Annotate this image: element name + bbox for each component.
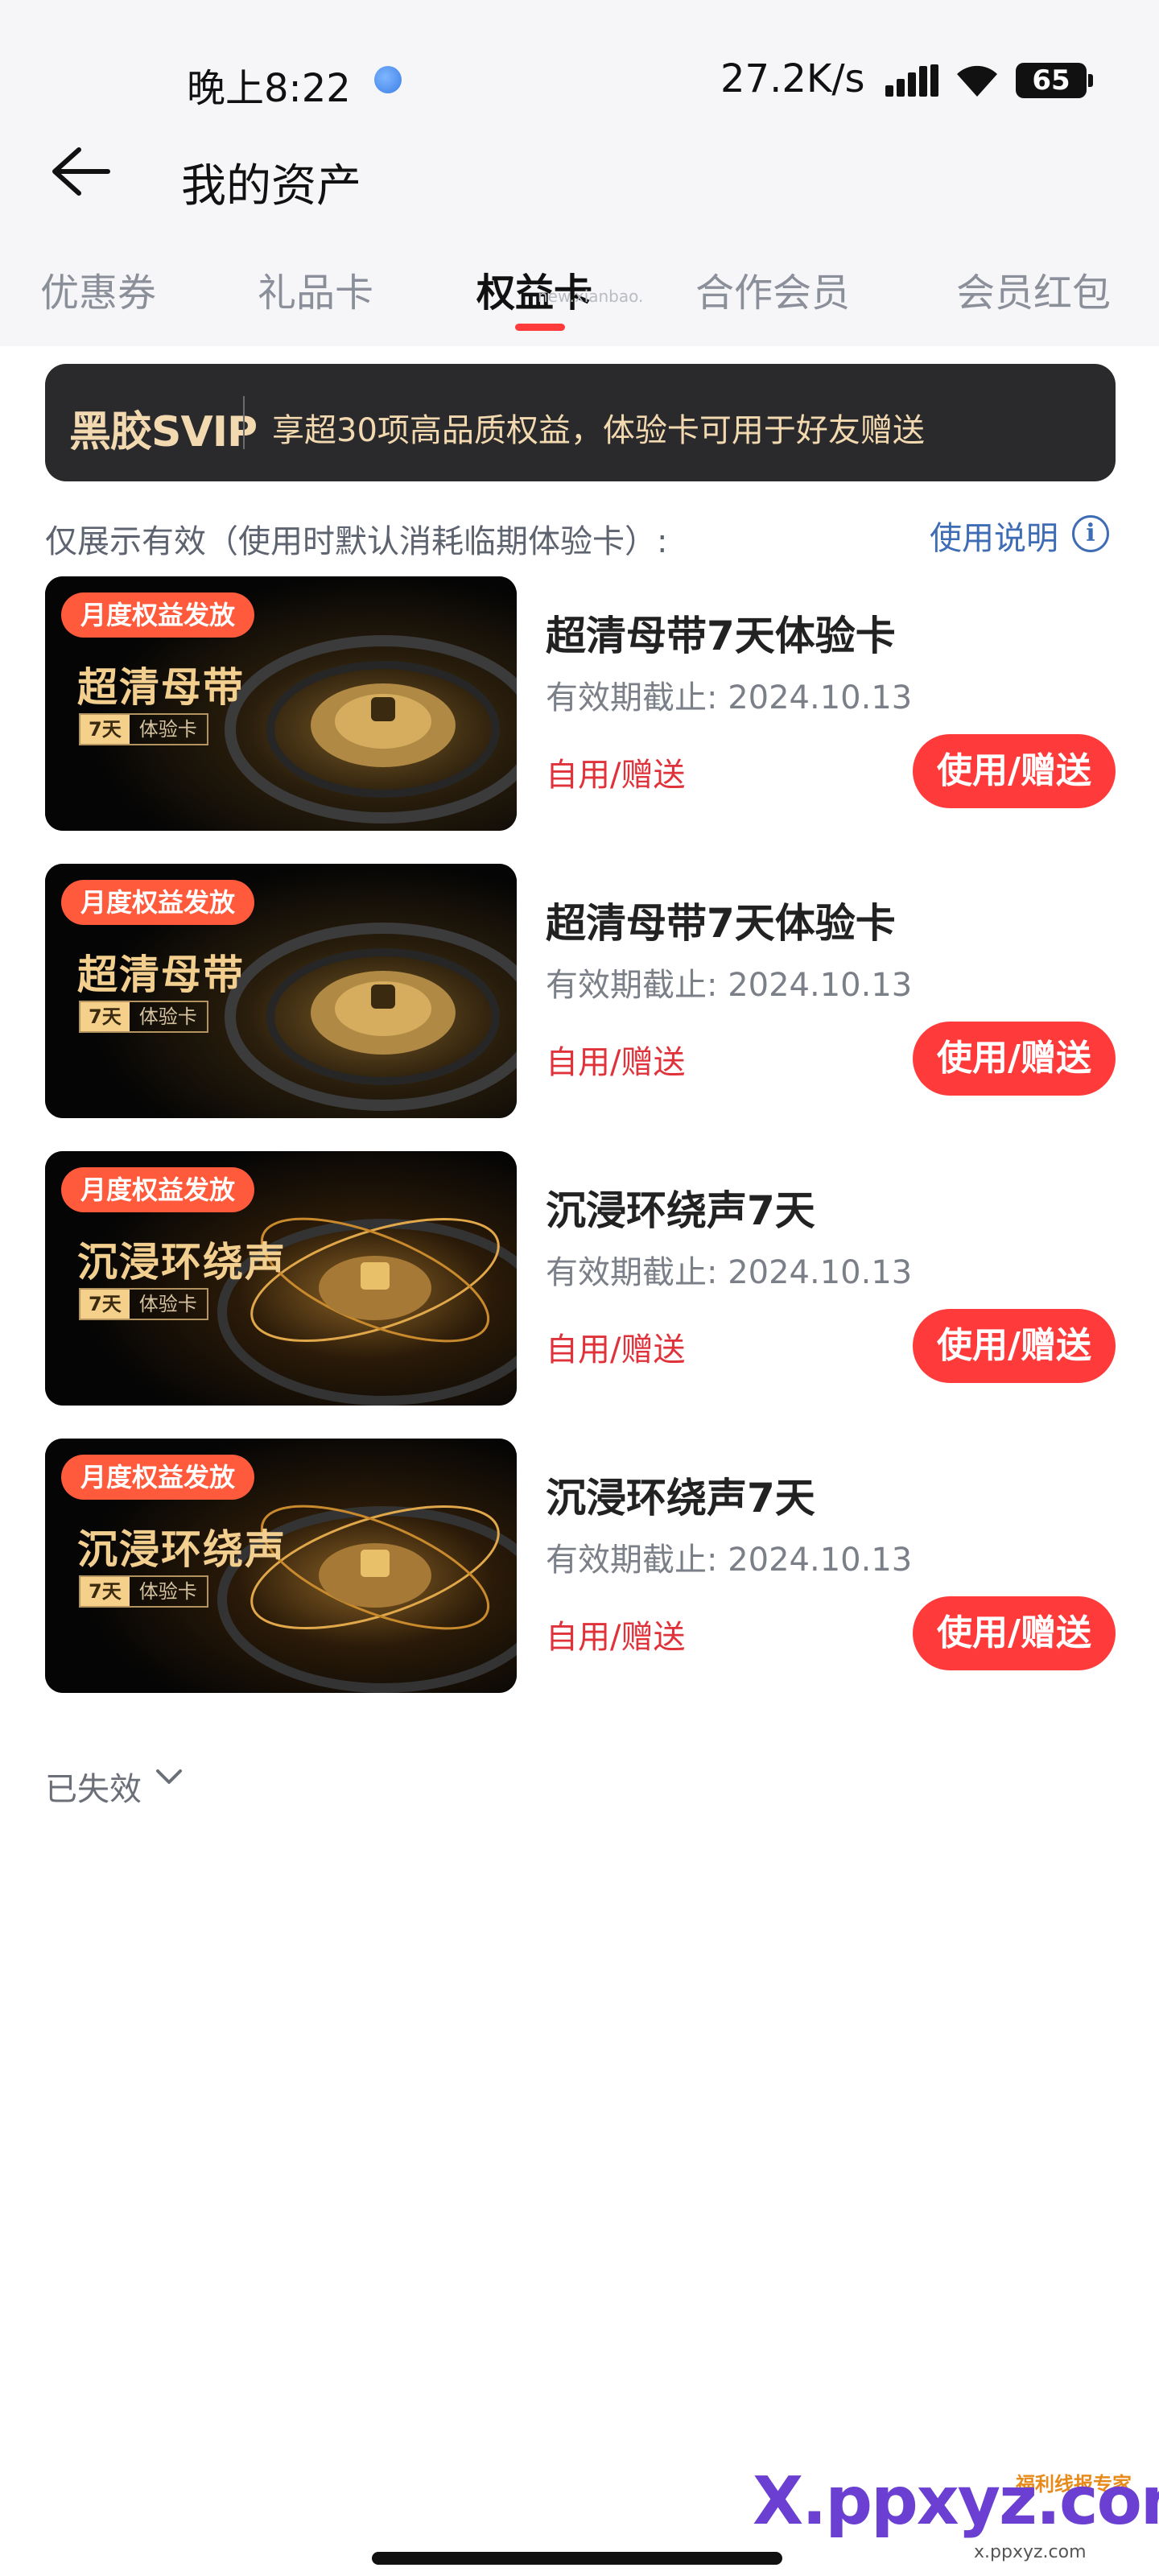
thumbnail-title: 沉浸环绕声	[77, 1526, 287, 1573]
thumbnail-title: 超清母带	[77, 952, 245, 998]
card-title: 超清母带7天体验卡	[546, 613, 896, 659]
thumbnail-badge: 7天 体验卡	[79, 1001, 208, 1033]
info-icon[interactable]: i	[1072, 515, 1109, 552]
benefit-card: 月度权益发放 沉浸环绕声 7天 体验卡 沉浸环绕声7天 有效期截止: 2024.…	[45, 1151, 1116, 1406]
monthly-benefit-tag: 月度权益发放	[61, 1455, 255, 1500]
card-thumbnail[interactable]: 月度权益发放 超清母带 7天 体验卡	[45, 576, 517, 831]
card-thumbnail[interactable]: 月度权益发放 沉浸环绕声 7天 体验卡	[45, 1151, 517, 1406]
thumbnail-title: 沉浸环绕声	[77, 1239, 287, 1286]
thumbnail-badge: 7天 体验卡	[79, 1575, 208, 1608]
tab-member-red-packet[interactable]: 会员红包	[956, 261, 1111, 317]
use-or-gift-button[interactable]: 使用/赠送	[913, 1596, 1116, 1670]
badge-kind: 体验卡	[138, 1005, 197, 1028]
card-title: 超清母带7天体验卡	[546, 900, 896, 947]
usage-instructions-link[interactable]: 使用说明	[930, 512, 1058, 559]
tab-partner-membership[interactable]: 合作会员	[695, 261, 850, 317]
badge-days: 7天	[80, 1577, 130, 1606]
card-usage-type: 自用/赠送	[546, 1044, 686, 1081]
home-indicator[interactable]	[372, 2552, 782, 2565]
card-usage-type: 自用/赠送	[546, 757, 686, 794]
signal-icon	[885, 64, 938, 97]
valid-only-note: 仅展示有效（使用时默认消耗临期体验卡）:	[45, 523, 668, 560]
battery-icon: 65	[1016, 63, 1093, 98]
badge-days: 7天	[80, 1290, 130, 1319]
badge-days: 7天	[80, 1002, 130, 1031]
expired-section-toggle[interactable]: 已失效	[45, 1763, 142, 1810]
card-expiry: 有效期截止: 2024.10.13	[546, 679, 913, 716]
card-expiry: 有效期截止: 2024.10.13	[546, 1542, 913, 1579]
card-usage-type: 自用/赠送	[546, 1619, 686, 1656]
thumbnail-badge: 7天 体验卡	[79, 1288, 208, 1320]
card-title: 沉浸环绕声7天	[546, 1187, 815, 1234]
monthly-benefit-tag: 月度权益发放	[61, 592, 255, 638]
banner-divider	[243, 396, 245, 449]
monthly-benefit-tag: 月度权益发放	[61, 1167, 255, 1212]
notification-dot-icon	[374, 66, 402, 93]
badge-kind: 体验卡	[138, 1580, 197, 1603]
back-arrow-icon[interactable]	[47, 143, 111, 200]
card-usage-type: 自用/赠送	[546, 1331, 686, 1368]
thumbnail-title: 超清母带	[77, 664, 245, 711]
watermark-logo: X.ppxyz.com	[753, 2463, 1159, 2540]
status-time: 晚上8:22	[187, 66, 351, 111]
banner-text: 享超30项高品质权益，体验卡可用于好友赠送	[272, 412, 925, 449]
chevron-down-icon[interactable]	[153, 1765, 185, 1789]
svip-brand-label: 黑胶SVIP	[69, 408, 258, 456]
tab-coupons[interactable]: 优惠券	[40, 261, 156, 317]
use-or-gift-button[interactable]: 使用/赠送	[913, 734, 1116, 808]
page-title: 我的资产	[181, 160, 361, 213]
benefit-card: 月度权益发放 沉浸环绕声 7天 体验卡 沉浸环绕声7天 有效期截止: 2024.…	[45, 1439, 1116, 1693]
watermark-url: x.ppxyz.com	[974, 2542, 1087, 2562]
use-or-gift-button[interactable]: 使用/赠送	[913, 1022, 1116, 1096]
tab-watermark: new.xianbao.	[538, 287, 644, 306]
card-expiry: 有效期截止: 2024.10.13	[546, 967, 913, 1004]
wifi-icon	[957, 65, 997, 97]
card-thumbnail[interactable]: 月度权益发放 沉浸环绕声 7天 体验卡	[45, 1439, 517, 1693]
active-tab-indicator	[515, 324, 565, 331]
benefit-card: 月度权益发放 超清母带 7天 体验卡 超清母带7天体验卡 有效期截止: 2024…	[45, 864, 1116, 1118]
benefit-card: 月度权益发放 超清母带 7天 体验卡 超清母带7天体验卡 有效期截止: 2024…	[45, 576, 1116, 831]
badge-kind: 体验卡	[138, 1293, 197, 1315]
badge-kind: 体验卡	[138, 718, 197, 741]
svip-banner[interactable]: 黑胶SVIP 享超30项高品质权益，体验卡可用于好友赠送	[45, 364, 1116, 481]
tab-gift-cards[interactable]: 礼品卡	[258, 261, 373, 317]
thumbnail-badge: 7天 体验卡	[79, 713, 208, 745]
use-or-gift-button[interactable]: 使用/赠送	[913, 1309, 1116, 1383]
card-expiry: 有效期截止: 2024.10.13	[546, 1254, 913, 1291]
badge-days: 7天	[80, 715, 130, 744]
network-speed: 27.2K/s	[720, 56, 865, 101]
card-thumbnail[interactable]: 月度权益发放 超清母带 7天 体验卡	[45, 864, 517, 1118]
card-title: 沉浸环绕声7天	[546, 1475, 815, 1521]
monthly-benefit-tag: 月度权益发放	[61, 880, 255, 925]
